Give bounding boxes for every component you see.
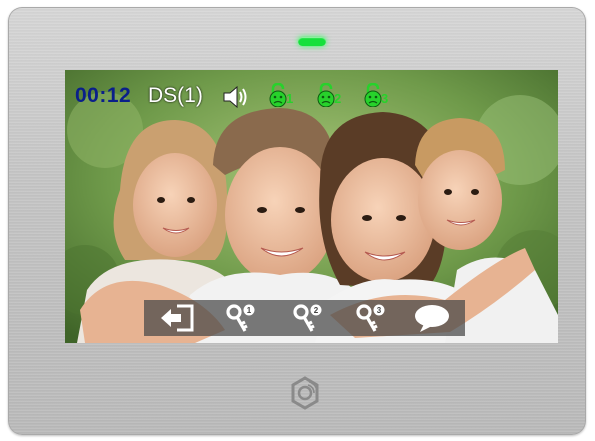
key-badge: 1 bbox=[247, 306, 252, 315]
key-3-icon: 3 bbox=[356, 304, 385, 332]
lock-2-status: 2 bbox=[315, 82, 341, 112]
lock-number: 1 bbox=[286, 91, 294, 106]
call-toolbar: 1 2 3 bbox=[144, 300, 465, 336]
key-badge: 2 bbox=[314, 306, 319, 315]
call-timer: 00:12 bbox=[75, 84, 132, 107]
lock-number: 3 bbox=[381, 91, 389, 106]
unlock-3-button[interactable]: 3 bbox=[340, 300, 400, 336]
gear-logo-icon bbox=[291, 376, 319, 410]
intercom-button[interactable] bbox=[402, 300, 462, 336]
lock-3-status: 3 bbox=[362, 82, 388, 112]
key-1-icon: 1 bbox=[226, 304, 255, 332]
intercom-monitor: 00:12 DS(1) 1 2 3 1 2 3 bbox=[8, 7, 586, 435]
lock-1-status: 1 bbox=[267, 82, 293, 112]
door-station-label: DS(1) bbox=[148, 84, 203, 107]
speaker-icon[interactable] bbox=[222, 85, 250, 109]
power-led bbox=[298, 37, 326, 46]
unlock-2-button[interactable]: 2 bbox=[277, 300, 337, 336]
key-2-icon: 2 bbox=[293, 304, 322, 332]
exit-icon bbox=[161, 304, 194, 332]
exit-button[interactable] bbox=[147, 300, 207, 336]
unlock-1-button[interactable]: 1 bbox=[210, 300, 270, 336]
key-badge: 3 bbox=[377, 306, 382, 315]
lock-number: 2 bbox=[334, 91, 342, 106]
intercom-chat-icon bbox=[415, 305, 449, 332]
